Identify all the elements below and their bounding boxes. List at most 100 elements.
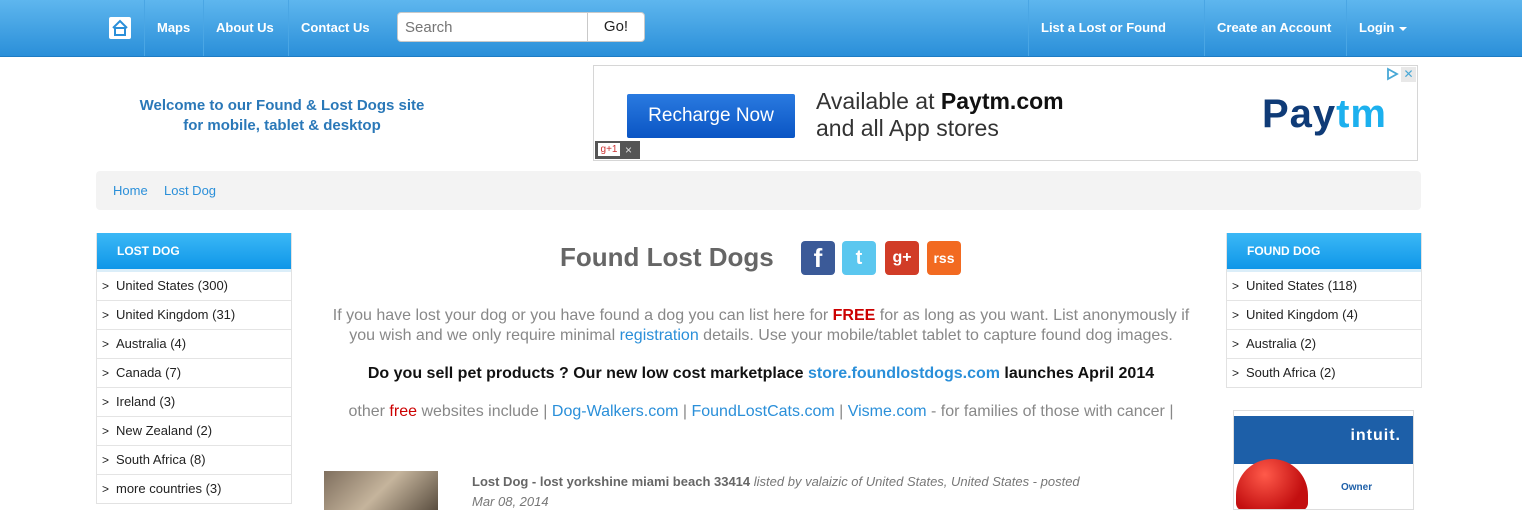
lost-country-item[interactable]: > United Kingdom (31) xyxy=(97,300,291,329)
ad-text-line2: and all App stores xyxy=(816,115,999,141)
search-go-button[interactable]: Go! xyxy=(587,13,644,41)
others-free: free xyxy=(389,403,417,420)
lost-country-label: Canada (7) xyxy=(116,365,182,380)
nav-list-lost-found[interactable]: List a Lost or Found Dog xyxy=(1028,0,1204,91)
chevron-right-icon: > xyxy=(102,453,110,467)
ad-recharge-button[interactable]: Recharge Now xyxy=(627,94,795,138)
intro-text-1: If you have lost your dog or you have fo… xyxy=(332,307,833,324)
welcome-line-1: Welcome to our Found & Lost Dogs site xyxy=(139,97,425,114)
found-country-label: Australia (2) xyxy=(1246,336,1317,351)
ad-text-prefix: Available at xyxy=(816,88,941,114)
chevron-right-icon: > xyxy=(102,337,110,351)
search-form: Go! xyxy=(397,12,645,42)
found-country-item[interactable]: > United States (118) xyxy=(1227,272,1421,300)
nav-login-label: Login xyxy=(1359,20,1395,35)
nav-contact-us[interactable]: Contact Us xyxy=(288,0,385,56)
listing-thumbnail[interactable] xyxy=(324,471,438,510)
breadcrumb: Home Lost Dog xyxy=(96,171,1421,210)
nav-create-account[interactable]: Create an Account xyxy=(1204,0,1346,56)
lost-country-item[interactable]: > Ireland (3) xyxy=(97,387,291,416)
lost-country-item[interactable]: > Australia (4) xyxy=(97,329,291,358)
others-text-3: - for families of those with cancer | xyxy=(926,403,1174,420)
welcome-message: Welcome to our Found & Lost Dogs site fo… xyxy=(96,96,468,136)
dog-walkers-link[interactable]: Dog-Walkers.com xyxy=(552,403,679,420)
found-dog-sidebar: FOUND DOG > United States (118) > United K… xyxy=(1226,233,1422,388)
paytm-ad-banner[interactable]: Recharge Now Available at Paytm.com and … xyxy=(593,65,1418,161)
promo-text-2: launches April 2014 xyxy=(999,365,1155,382)
breadcrumb-lost-dog[interactable]: Lost Dog xyxy=(164,171,216,210)
lost-country-label: Australia (4) xyxy=(116,336,187,351)
intro-paragraph: If you have lost your dog or you have fo… xyxy=(320,306,1202,346)
nav-login[interactable]: Login xyxy=(1346,0,1420,56)
gplus-one-icon: g+1 xyxy=(598,143,620,156)
lost-country-item[interactable]: > New Zealand (2) xyxy=(97,416,291,445)
store-link[interactable]: store.foundlostdogs.com xyxy=(808,365,1000,382)
chevron-right-icon: > xyxy=(1232,308,1240,322)
lost-country-label: Ireland (3) xyxy=(116,394,176,409)
found-country-label: United States (118) xyxy=(1246,278,1358,293)
chevron-right-icon: > xyxy=(102,395,110,409)
twitter-icon[interactable]: t xyxy=(842,241,876,275)
chevron-down-icon xyxy=(1399,26,1408,31)
listing-title[interactable]: Lost Dog - lost yorkshine miami beach 33… xyxy=(472,474,750,489)
found-country-item[interactable]: > South Africa (2) xyxy=(1227,358,1421,387)
ad-text-brand: Paytm.com xyxy=(940,88,1064,114)
welcome-line-2: for mobile, tablet & desktop xyxy=(183,117,381,134)
red-hat-image xyxy=(1236,459,1308,509)
marketplace-promo: Do you sell pet products ? Our new low c… xyxy=(320,364,1202,384)
gplus-close-icon[interactable]: × xyxy=(625,141,632,159)
chevron-right-icon: > xyxy=(1232,279,1240,293)
logo-tm: tm xyxy=(1336,92,1387,136)
paytm-logo: Paytm xyxy=(1262,94,1387,134)
lost-country-label: United Kingdom (31) xyxy=(116,307,236,322)
adchoices-icon[interactable] xyxy=(1385,67,1399,81)
lost-country-label: United States (300) xyxy=(116,278,229,293)
ad-owner-label: Owner xyxy=(1341,482,1373,493)
intuit-logo: intuit. xyxy=(1350,427,1401,444)
others-separator-2: | xyxy=(834,403,848,420)
chevron-right-icon: > xyxy=(102,308,110,322)
visme-link[interactable]: Visme.com xyxy=(848,403,927,420)
ad-close-button[interactable]: ✕ xyxy=(1401,67,1416,82)
chevron-right-icon: > xyxy=(102,424,110,438)
nav-about-us[interactable]: About Us xyxy=(203,0,288,56)
search-input[interactable] xyxy=(398,13,588,41)
home-icon xyxy=(109,17,131,39)
intro-text-3: details. Use your mobile/tablet tablet t… xyxy=(698,327,1173,344)
others-text-1: other xyxy=(348,403,390,420)
found-dog-heading: FOUND DOG xyxy=(1227,233,1421,272)
rss-icon[interactable]: rss xyxy=(927,241,961,275)
listing-item: Lost Dog - lost yorkshine miami beach 33… xyxy=(472,472,1122,512)
intuit-ad[interactable]: intuit. Owner xyxy=(1233,410,1414,510)
found-country-label: South Africa (2) xyxy=(1246,365,1336,380)
top-navbar: Maps About Us Contact Us Go! List a Lost… xyxy=(0,0,1522,91)
home-button[interactable] xyxy=(96,0,144,56)
lost-country-item[interactable]: > United States (300) xyxy=(97,272,291,300)
promo-text-1: Do you sell pet products ? Our new low c… xyxy=(367,365,808,382)
nav-maps[interactable]: Maps xyxy=(144,0,203,56)
gplus-one-widget[interactable]: g+1 × xyxy=(595,141,640,159)
listing-date: Mar 08, 2014 xyxy=(472,494,549,509)
lost-country-item[interactable]: > South Africa (8) xyxy=(97,445,291,474)
lost-country-item[interactable]: > more countries (3) xyxy=(97,474,291,503)
lost-country-label: South Africa (8) xyxy=(116,452,206,467)
facebook-icon[interactable]: f xyxy=(801,241,835,275)
lost-country-item[interactable]: > Canada (7) xyxy=(97,358,291,387)
lost-country-label: New Zealand (2) xyxy=(116,423,213,438)
chevron-right-icon: > xyxy=(102,366,110,380)
chevron-right-icon: > xyxy=(1232,337,1240,351)
google-plus-icon[interactable]: g+ xyxy=(885,241,919,275)
lost-dog-heading: LOST DOG xyxy=(97,233,291,272)
registration-link[interactable]: registration xyxy=(620,327,699,344)
others-text-2: websites include | xyxy=(417,403,552,420)
other-sites: other free websites include | Dog-Walker… xyxy=(320,402,1202,422)
others-separator-1: | xyxy=(678,403,692,420)
chevron-right-icon: > xyxy=(102,279,110,293)
found-country-item[interactable]: > Australia (2) xyxy=(1227,329,1421,358)
chevron-right-icon: > xyxy=(102,482,110,496)
listing-meta: listed by valaizic of United States, Uni… xyxy=(750,474,1080,489)
breadcrumb-home[interactable]: Home xyxy=(113,171,148,210)
ad-text: Available at Paytm.com and all App store… xyxy=(816,88,1064,142)
found-country-item[interactable]: > United Kingdom (4) xyxy=(1227,300,1421,329)
foundlostcats-link[interactable]: FoundLostCats.com xyxy=(691,403,834,420)
